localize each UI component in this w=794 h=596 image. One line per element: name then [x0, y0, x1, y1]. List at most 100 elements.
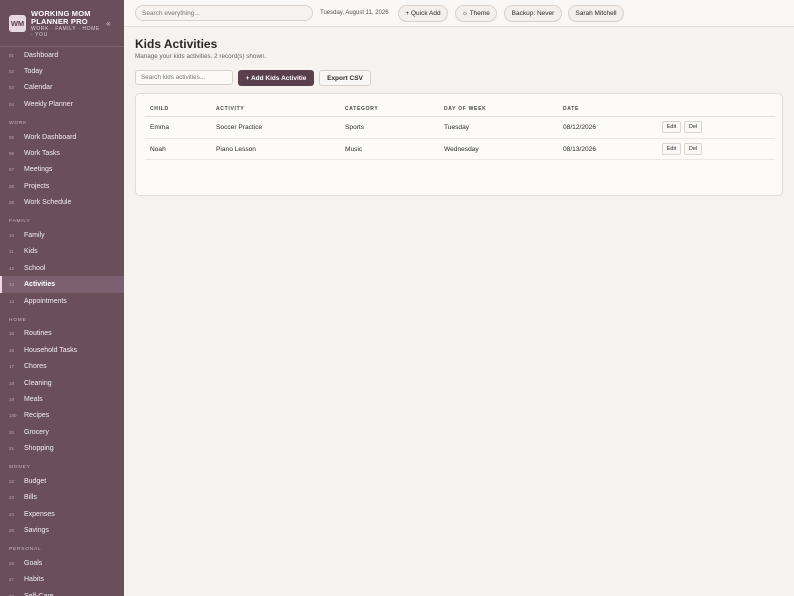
delete-button[interactable]: Del [684, 121, 702, 133]
sidebar-item-label: Household Tasks [24, 346, 78, 354]
current-date: Tuesday, August 11, 2026 [320, 10, 389, 16]
sidebar-item-number: 14 [9, 298, 15, 304]
sidebar-item-weekly-planner[interactable]: 04 Weekly Planner [0, 96, 124, 112]
sidebar-item-number: 06 [9, 151, 15, 157]
sidebar-item-label: Kids [24, 248, 38, 256]
edit-button[interactable]: Edit [662, 121, 681, 133]
collapse-sidebar-icon[interactable]: « [106, 19, 110, 28]
sidebar-item-shopping[interactable]: 21 Shopping [0, 440, 124, 456]
sidebar-item-habits[interactable]: 27 Habits [0, 572, 124, 588]
brand: WM WORKING MOM PLANNER PRO WORK · FAMILY… [0, 0, 124, 47]
sidebar-item-label: Expenses [24, 510, 55, 518]
user-menu-button[interactable]: Sarah Mitchell [568, 5, 624, 22]
sidebar-item-label: Family [24, 231, 45, 239]
backup-status-button[interactable]: Backup: Never [504, 5, 562, 22]
sidebar-item-today[interactable]: 02 Today [0, 63, 124, 79]
sidebar-item-number: 21 [9, 446, 15, 452]
sidebar-item-budget[interactable]: 22 Budget [0, 473, 124, 489]
sidebar-item-bills[interactable]: 23 Bills [0, 490, 124, 506]
column-header-activity: ACTIVITY [216, 106, 245, 112]
sidebar-item-recipes[interactable]: 19b Recipes [0, 408, 124, 424]
sidebar-item-label: Dashboard [24, 51, 59, 59]
sidebar-item-cleaning[interactable]: 18 Cleaning [0, 375, 124, 391]
page-subtitle: Manage your kids activities. 2 record(s)… [135, 53, 267, 60]
sidebar-item-kids[interactable]: 11 Kids [0, 244, 124, 260]
global-search-input[interactable] [135, 5, 313, 21]
activities-search-input[interactable] [135, 70, 233, 85]
sidebar-item-meetings[interactable]: 07 Meetings [0, 162, 124, 178]
sidebar-item-label: Today [24, 68, 43, 76]
sidebar-item-label: Weekly Planner [24, 100, 73, 108]
sidebar-item-label: Shopping [24, 445, 54, 453]
sidebar-item-appointments[interactable]: 14 Appointments [0, 293, 124, 309]
sidebar-item-number: 25 [9, 528, 15, 534]
sidebar-nav: 01 Dashboard 02 Today 03 Calendar 04 Weekly Pla… [0, 47, 124, 596]
table-row: Noah Piano Lesson Music Wednesday 08/13/… [145, 139, 775, 160]
page-title: Kids Activities [135, 37, 218, 51]
sidebar-item-activities[interactable]: 13 Activities [0, 276, 124, 294]
sidebar-section-header: PERSONAL [0, 539, 124, 555]
sidebar-item-expenses[interactable]: 24 Expenses [0, 506, 124, 522]
sidebar-item-number: 04 [9, 101, 15, 107]
sidebar-section-header: WORK [0, 113, 124, 129]
sidebar-item-household-tasks[interactable]: 16 Household Tasks [0, 342, 124, 358]
sidebar-item-number: 20 [9, 429, 15, 435]
table-row: Emma Soccer Practice Sports Tuesday 08/1… [145, 117, 775, 139]
sidebar-item-label: Projects [24, 182, 50, 190]
sidebar-item-label: School [24, 264, 46, 272]
sidebar-section-label: MONEY [9, 465, 31, 471]
sidebar-item-label: Activities [24, 281, 56, 289]
sidebar-item-number: 07 [9, 167, 15, 173]
sidebar-section-header: HOME [0, 309, 124, 325]
sidebar-item-work-schedule[interactable]: 09 Work Schedule [0, 195, 124, 211]
sidebar-item-self-care[interactable]: 28Self-Care [0, 588, 124, 596]
column-header-child: CHILD [150, 106, 169, 112]
sidebar-item-number: 27 [9, 577, 15, 583]
sidebar-item-meals[interactable]: 19 Meals [0, 391, 124, 407]
export-csv-button[interactable]: Export CSV [319, 70, 371, 86]
sidebar-item-school[interactable]: 12 School [0, 260, 124, 276]
sidebar-item-label: Recipes [24, 412, 50, 420]
sidebar-item-routines[interactable]: 15 Routines [0, 326, 124, 342]
sidebar-item-number: 10 [9, 232, 15, 238]
sidebar-item-projects[interactable]: 08 Projects [0, 178, 124, 194]
quick-add-button[interactable]: + Quick Add [398, 5, 448, 22]
sidebar-item-dashboard[interactable]: 01 Dashboard [0, 47, 124, 63]
sidebar-item-label: Savings [24, 527, 49, 535]
cell-day: Tuesday [444, 124, 470, 131]
sidebar-item-work-tasks[interactable]: 06 Work Tasks [0, 145, 124, 161]
cell-date: 08/12/2026 [563, 124, 597, 131]
add-activity-button[interactable]: + Add Kids Activitie [238, 70, 314, 86]
sidebar-item-goals[interactable]: 26 Goals [0, 555, 124, 571]
column-header-date: DATE [563, 106, 580, 112]
brand-logo: WM [9, 15, 26, 32]
sidebar-item-work-dashboard[interactable]: 05 Work Dashboard [0, 129, 124, 145]
sidebar-item-label: Calendar [24, 84, 53, 92]
cell-category: Music [345, 145, 363, 153]
sidebar-item-savings[interactable]: 25 Savings [0, 522, 124, 538]
sidebar-item-label: Habits [24, 576, 44, 584]
sidebar-item-label: Self-Care [24, 593, 54, 596]
sidebar-item-label: Meals [24, 395, 43, 403]
sidebar-item-number: 05 [9, 134, 15, 140]
sidebar-item-calendar[interactable]: 03 Calendar [0, 80, 124, 96]
sidebar-item-label: Routines [24, 330, 52, 338]
sidebar-item-label: Work Dashboard [24, 133, 77, 141]
sidebar-item-family[interactable]: 10 Family [0, 227, 124, 243]
sidebar-item-number: 16 [9, 347, 15, 353]
cell-child: Emma [150, 124, 170, 131]
sidebar-item-number: 03 [9, 85, 15, 91]
sidebar-item-number: 12 [9, 265, 15, 271]
table-header: CHILD ACTIVITY CATEGORY DAY OF WEEK DATE [145, 101, 775, 117]
brand-title: WORKING MOM PLANNER PRO [31, 9, 91, 26]
theme-button[interactable]: ☼ Theme [455, 5, 497, 22]
delete-button[interactable]: Del [684, 142, 702, 155]
sidebar-item-number: 19b [9, 413, 17, 419]
sidebar-item-chores[interactable]: 17 Chores [0, 358, 124, 374]
edit-button[interactable]: Edit [662, 142, 681, 155]
brand-subtitle: WORK · FAMILY · HOME · YOU [31, 26, 100, 38]
sidebar-item-grocery[interactable]: 20 Grocery [0, 424, 124, 440]
main-content: Kids Activities Manage your kids activit… [124, 27, 794, 596]
sidebar-section-label: WORK [9, 120, 28, 126]
sidebar-item-number: 08 [9, 183, 15, 189]
